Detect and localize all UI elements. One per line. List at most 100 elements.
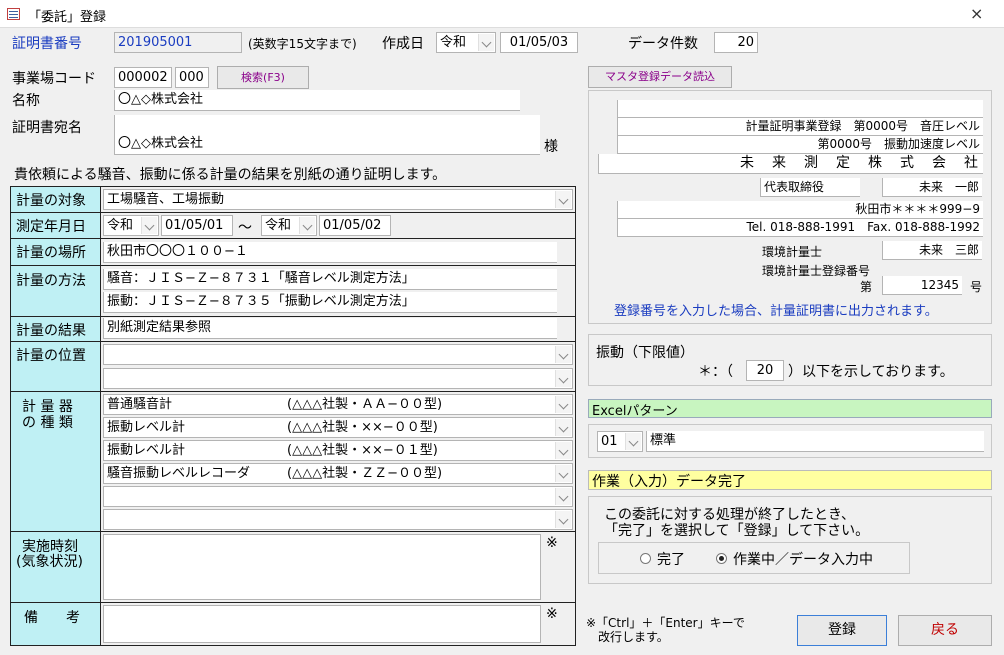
instrument6-select[interactable] bbox=[103, 509, 573, 530]
master-load-button[interactable]: マスタ登録データ読込 bbox=[588, 66, 732, 88]
office-code-label: 事業場コード bbox=[12, 71, 96, 87]
master-rep-name-input[interactable]: 未来 一郎 bbox=[882, 178, 982, 197]
office-subcode-input[interactable]: 000 bbox=[175, 67, 209, 88]
chevron-down-icon[interactable] bbox=[299, 217, 315, 234]
date-era2-value: 令和 bbox=[265, 218, 292, 233]
footer-note-line2: 改行します。 bbox=[598, 630, 669, 644]
master-note: 登録番号を入力した場合、計量証明書に出力されます。 bbox=[614, 304, 938, 319]
cert-no-input[interactable]: 201905001 bbox=[114, 32, 242, 53]
place-label: 計量の場所 bbox=[16, 245, 86, 261]
work-status-text: 作業（入力）データ完了 bbox=[592, 474, 746, 490]
chevron-down-icon[interactable] bbox=[478, 34, 494, 51]
measurer-reg-input[interactable]: 12345 bbox=[882, 276, 962, 295]
chevron-down-icon[interactable] bbox=[625, 433, 641, 450]
date-to-input[interactable]: 01/05/02 bbox=[319, 215, 391, 236]
created-era-value: 令和 bbox=[440, 35, 467, 50]
date-era2-select[interactable]: 令和 bbox=[261, 215, 317, 236]
instrument1-select[interactable]: 普通騒音計 (△△△社製・ＡＡ−００型) bbox=[103, 394, 573, 415]
chevron-down-icon[interactable] bbox=[555, 191, 571, 208]
position1-select[interactable] bbox=[103, 344, 573, 365]
created-label: 作成日 bbox=[382, 36, 424, 52]
master-address-input[interactable]: 秋田市＊＊＊＊999−9 bbox=[617, 201, 983, 219]
master-reg2-input[interactable]: 第0000号 振動加速度レベル bbox=[617, 136, 983, 154]
chevron-down-icon[interactable] bbox=[555, 396, 571, 413]
time-weather-textarea[interactable] bbox=[103, 534, 541, 600]
search-button[interactable]: 検索(F3) bbox=[217, 66, 309, 89]
time-asterisk: ※ bbox=[546, 535, 558, 551]
date-from-input[interactable]: 01/05/01 bbox=[161, 215, 233, 236]
instrument-name: 振動レベル計 bbox=[107, 420, 186, 435]
master-tel-input[interactable]: Tel. 018-888-1991 Fax. 018-888-1992 bbox=[617, 219, 983, 237]
method-label: 計量の方法 bbox=[16, 273, 86, 289]
vibration-prefix: ＊：（ bbox=[698, 364, 733, 380]
instrument4-select[interactable]: 騒音振動レベルレコーダ (△△△社製・ＺＺ−００型) bbox=[103, 463, 573, 484]
excel-code-select[interactable]: 01 bbox=[597, 431, 643, 452]
vibration-limit-input[interactable]: 20 bbox=[746, 360, 784, 381]
chevron-down-icon[interactable] bbox=[555, 419, 571, 436]
window-title: 「委託」登録 bbox=[28, 10, 107, 25]
result-label: 計量の結果 bbox=[16, 323, 86, 339]
method2-input[interactable]: 振動：ＪＩＳ−Ｚ−８７３５「振動レベル測定方法」 bbox=[103, 292, 557, 313]
instrument5-select[interactable] bbox=[103, 486, 573, 507]
chevron-down-icon[interactable] bbox=[555, 442, 571, 459]
register-button[interactable]: 登録 bbox=[797, 615, 887, 646]
work-status-bar: 作業（入力）データ完了 bbox=[588, 470, 992, 490]
method1-input[interactable]: 騒音：ＪＩＳ−Ｚ−８７３１「騒音レベル測定方法」 bbox=[103, 269, 557, 290]
position2-select[interactable] bbox=[103, 368, 573, 389]
excel-name-input[interactable]: 標準 bbox=[646, 431, 984, 452]
created-era-select[interactable]: 令和 bbox=[436, 32, 496, 53]
master-reg1-input[interactable]: 計量証明事業登録 第0000号 音圧レベル bbox=[617, 118, 983, 136]
statement-text: 貴依頼による騒音、振動に係る計量の結果を別紙の通り証明します。 bbox=[14, 167, 447, 183]
date-label: 測定年月日 bbox=[16, 219, 86, 235]
instrument2-select[interactable]: 振動レベル計 (△△△社製・××−００型) bbox=[103, 417, 573, 438]
addressee-line1-input[interactable] bbox=[114, 115, 540, 136]
chevron-down-icon[interactable] bbox=[555, 465, 571, 482]
master-rep-title-input[interactable]: 代表取締役 bbox=[760, 178, 860, 197]
close-icon[interactable]: × bbox=[970, 4, 983, 23]
chevron-down-icon[interactable] bbox=[555, 511, 571, 528]
excel-pattern-bar: Excelパターン bbox=[588, 399, 992, 419]
chevron-down-icon[interactable] bbox=[555, 370, 571, 387]
chevron-down-icon[interactable] bbox=[141, 217, 157, 234]
completion-msg2: 「完了」を選択して「登録」して下さい。 bbox=[604, 523, 870, 539]
name-input[interactable]: 〇△◇株式会社 bbox=[114, 90, 520, 111]
cert-no-hint: (英数字15文字まで) bbox=[248, 37, 357, 51]
vibration-suffix: ）以下を示しております。 bbox=[788, 364, 954, 380]
created-date-input[interactable]: 01/05/03 bbox=[500, 32, 578, 53]
radio-complete[interactable] bbox=[640, 553, 651, 564]
addressee-label: 証明書宛名 bbox=[12, 120, 82, 136]
chevron-down-icon[interactable] bbox=[555, 346, 571, 363]
office-code-input[interactable]: 000002 bbox=[114, 67, 172, 88]
date-era1-value: 令和 bbox=[107, 218, 134, 233]
instrument-model: (△△△社製・ＡＡ−００型) bbox=[287, 397, 443, 412]
time-label-line2: (気象状況) bbox=[16, 554, 83, 570]
name-label: 名称 bbox=[12, 93, 40, 109]
sama-label: 様 bbox=[544, 139, 558, 155]
position-label: 計量の位置 bbox=[16, 348, 86, 364]
excel-pattern-label: Excelパターン bbox=[592, 404, 678, 419]
instrument-name: 普通騒音計 bbox=[107, 397, 173, 412]
back-button[interactable]: 戻る bbox=[898, 615, 992, 646]
master-company-input[interactable]: 未 来 測 定 株 式 会 社 bbox=[598, 154, 983, 174]
instrument-model: (△△△社製・××−００型) bbox=[287, 420, 438, 435]
radio-complete-label: 完了 bbox=[657, 552, 685, 568]
master-line-blank[interactable] bbox=[617, 100, 983, 118]
measurer-name-input[interactable]: 未来 三郎 bbox=[882, 241, 982, 260]
radio-in-progress-label: 作業中／データ入力中 bbox=[733, 552, 873, 568]
place-input[interactable]: 秋田市〇〇〇１００−１ bbox=[103, 242, 557, 263]
result-input[interactable]: 別紙測定結果参照 bbox=[103, 318, 557, 339]
radio-in-progress[interactable] bbox=[716, 553, 727, 564]
addressee-line2-input[interactable]: 〇△◇株式会社 bbox=[114, 134, 540, 155]
date-era1-select[interactable]: 令和 bbox=[103, 215, 159, 236]
remarks-textarea[interactable] bbox=[103, 605, 541, 643]
target-value: 工場騒音、工場振動 bbox=[107, 192, 225, 207]
instrument-name: 騒音振動レベルレコーダ bbox=[107, 466, 251, 481]
dai-label: 第 bbox=[860, 280, 873, 294]
target-select[interactable]: 工場騒音、工場振動 bbox=[103, 189, 573, 210]
cert-no-label: 証明書番号 bbox=[12, 36, 82, 52]
instrument-name: 振動レベル計 bbox=[107, 443, 186, 458]
chevron-down-icon[interactable] bbox=[555, 488, 571, 505]
instrument3-select[interactable]: 振動レベル計 (△△△社製・××−０１型) bbox=[103, 440, 573, 461]
count-input[interactable]: 20 bbox=[714, 32, 758, 53]
instrument-model: (△△△社製・ＺＺ−００型) bbox=[287, 466, 443, 481]
